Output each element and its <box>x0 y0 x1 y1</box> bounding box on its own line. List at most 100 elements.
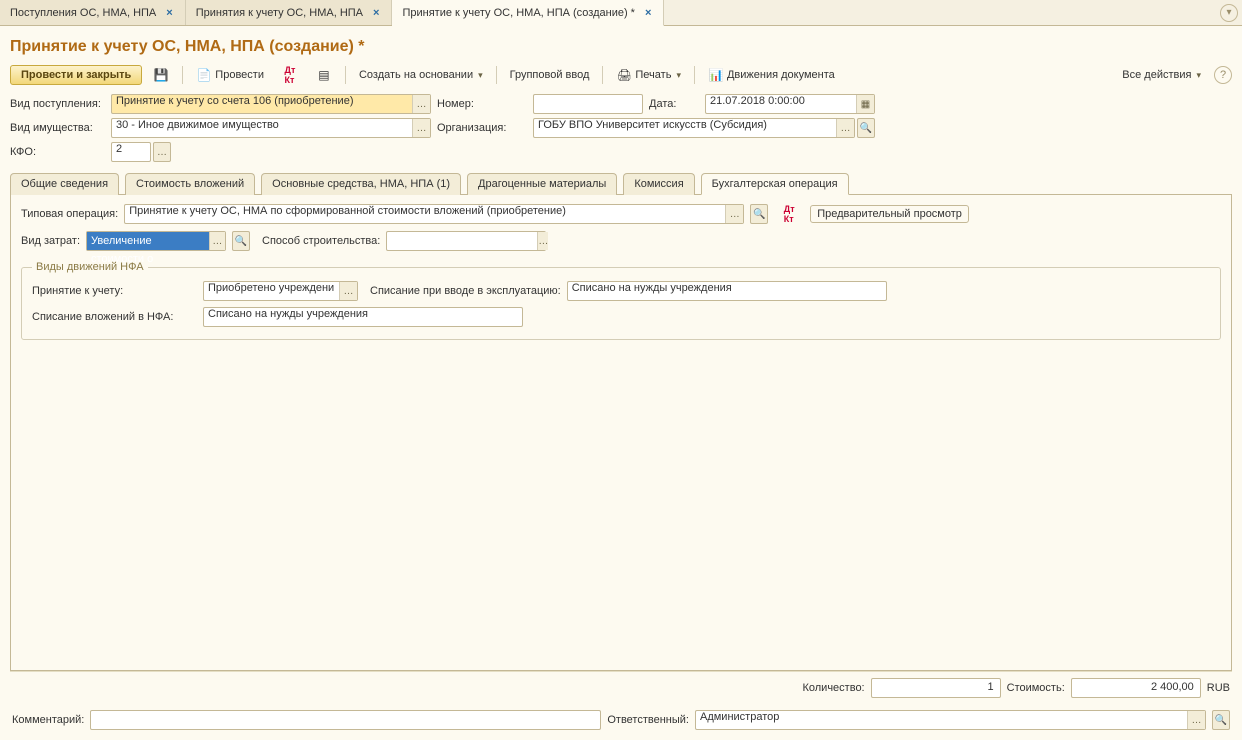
group-input-button[interactable]: Групповой ввод <box>503 66 597 84</box>
list-icon: ▤ <box>316 67 332 83</box>
nfa-movements-group: Виды движений НФА Принятие к учету: Прио… <box>21 261 1221 340</box>
all-actions-button[interactable]: Все действия <box>1115 66 1208 84</box>
magnifier-icon[interactable]: 🔍 <box>750 204 768 224</box>
ellipsis-icon[interactable]: … <box>537 232 548 250</box>
acceptance-value: Приобретено учреждени <box>204 282 339 300</box>
receipt-type-value: Принятие к учету со счета 106 (приобрете… <box>112 95 412 113</box>
typical-operation-field[interactable]: Принятие к учету ОС, НМА по сформированн… <box>124 204 744 224</box>
kfo-field[interactable]: 2 <box>111 142 151 162</box>
comment-field[interactable] <box>90 710 601 730</box>
construction-method-input[interactable] <box>387 232 537 250</box>
post-button[interactable]: 📄 Провести <box>189 64 271 86</box>
date-value: 21.07.2018 0:00:00 <box>706 95 856 113</box>
print-button[interactable]: 🖨 Печать <box>609 64 688 86</box>
movements-icon: 📊 <box>708 67 724 83</box>
responsible-field[interactable]: Администратор … <box>695 710 1206 730</box>
save-button[interactable]: 💾 <box>146 64 176 86</box>
create-based-on-button[interactable]: Создать на основании <box>352 66 490 84</box>
list-button[interactable]: ▤ <box>309 64 339 86</box>
ellipsis-icon[interactable]: … <box>209 232 225 250</box>
post-label: Провести <box>215 69 264 81</box>
floppy-icon: 💾 <box>153 67 169 83</box>
document-movements-button[interactable]: 📊 Движения документа <box>701 64 842 86</box>
printer-icon: 🖨 <box>616 67 632 83</box>
dt-kt-icon: ДтКт <box>781 206 797 222</box>
post-and-close-button[interactable]: Провести и закрыть <box>10 65 142 85</box>
tab-investment-cost[interactable]: Стоимость вложений <box>125 173 255 195</box>
tab-commission[interactable]: Комиссия <box>623 173 694 195</box>
group-input-label: Групповой ввод <box>510 69 590 81</box>
preview-button[interactable]: Предварительный просмотр <box>810 205 969 223</box>
ellipsis-icon[interactable]: … <box>153 142 171 162</box>
accounting-tab-body: Типовая операция: Принятие к учету ОС, Н… <box>10 195 1232 671</box>
organization-field[interactable]: ГОБУ ВПО Университет искусств (Субсидия)… <box>533 118 855 138</box>
calendar-icon[interactable]: ▦ <box>856 95 874 113</box>
ellipsis-icon[interactable]: … <box>725 205 743 223</box>
ellipsis-icon[interactable]: … <box>412 95 430 113</box>
cost-label: Стоимость: <box>1007 682 1065 694</box>
dt-kt-icon: ДтКт <box>282 67 298 83</box>
close-icon[interactable]: × <box>164 7 174 19</box>
property-type-value: 30 - Иное движимое имущество <box>112 119 412 137</box>
ellipsis-icon[interactable]: … <box>836 119 854 137</box>
print-label: Печать <box>635 69 671 81</box>
help-icon[interactable]: ? <box>1214 66 1232 84</box>
app-tab-receipts[interactable]: Поступления ОС, НМА, НПА × <box>0 0 186 25</box>
app-tab-label: Поступления ОС, НМА, НПА <box>10 7 156 19</box>
kfo-label: КФО: <box>10 146 105 158</box>
writeoff-nfa-field[interactable]: Списано на нужды учреждения <box>203 307 523 327</box>
movements-label: Движения документа <box>727 69 835 81</box>
tabs-overflow-icon[interactable]: ▾ <box>1220 4 1238 22</box>
ellipsis-icon[interactable]: … <box>339 282 357 300</box>
inner-tab-bar: Общие сведения Стоимость вложений Основн… <box>10 172 1232 195</box>
magnifier-icon[interactable]: 🔍 <box>1212 710 1230 730</box>
ellipsis-icon[interactable]: … <box>412 119 430 137</box>
magnifier-icon[interactable]: 🔍 <box>857 118 875 138</box>
nfa-group-legend: Виды движений НФА <box>32 261 148 273</box>
post-icon: 📄 <box>196 67 212 83</box>
app-tab-label: Принятия к учету ОС, НМА, НПА <box>196 7 363 19</box>
dt-kt-button[interactable]: ДтКт <box>774 203 804 225</box>
separator <box>182 66 183 84</box>
acceptance-label: Принятие к учету: <box>32 285 197 297</box>
ellipsis-icon[interactable]: … <box>1187 711 1205 729</box>
tab-precious-materials[interactable]: Драгоценные материалы <box>467 173 617 195</box>
preview-label: Предварительный просмотр <box>817 208 962 220</box>
comment-label: Комментарий: <box>12 714 84 726</box>
app-tab-acceptances[interactable]: Принятия к учету ОС, НМА, НПА × <box>186 0 393 25</box>
quantity-value: 1 <box>871 678 1001 698</box>
currency-label: RUB <box>1207 682 1230 694</box>
writeoff-nfa-value: Списано на нужды учреждения <box>204 308 522 326</box>
quantity-label: Количество: <box>802 682 864 694</box>
app-tab-acceptance-create[interactable]: Принятие к учету ОС, НМА, НПА (создание)… <box>392 0 664 26</box>
organization-label: Организация: <box>437 122 527 134</box>
receipt-type-field[interactable]: Принятие к учету со счета 106 (приобрете… <box>111 94 431 114</box>
property-type-field[interactable]: 30 - Иное движимое имущество … <box>111 118 431 138</box>
tab-general[interactable]: Общие сведения <box>10 173 119 195</box>
responsible-label: Ответственный: <box>607 714 689 726</box>
tab-accounting-operation[interactable]: Бухгалтерская операция <box>701 173 849 195</box>
number-field[interactable] <box>533 94 643 114</box>
writeoff-commission-field[interactable]: Списано на нужды учреждения <box>567 281 887 301</box>
writeoff-commission-label: Списание при вводе в эксплуатацию: <box>370 285 561 297</box>
writeoff-commission-value: Списано на нужды учреждения <box>568 282 886 300</box>
page-title: Принятие к учету ОС, НМА, НПА (создание)… <box>10 38 1232 56</box>
close-icon[interactable]: × <box>643 7 653 19</box>
cost-type-field[interactable]: Увеличение стоимости о … <box>86 231 226 251</box>
tab-os-nma-npa[interactable]: Основные средства, НМА, НПА (1) <box>261 173 461 195</box>
footer-bar: Комментарий: Ответственный: Администрато… <box>10 704 1232 732</box>
responsible-value: Администратор <box>696 711 1187 729</box>
create-based-label: Создать на основании <box>359 69 473 81</box>
comment-input[interactable] <box>91 711 600 729</box>
cost-type-value: Увеличение стоимости о <box>87 232 209 250</box>
number-label: Номер: <box>437 98 527 110</box>
date-field[interactable]: 21.07.2018 0:00:00 ▦ <box>705 94 875 114</box>
magnifier-icon[interactable]: 🔍 <box>232 231 250 251</box>
construction-method-field[interactable]: … <box>386 231 546 251</box>
property-type-label: Вид имущества: <box>10 122 105 134</box>
cost-value: 2 400,00 <box>1071 678 1201 698</box>
acceptance-field[interactable]: Приобретено учреждени … <box>203 281 358 301</box>
date-label: Дата: <box>649 98 699 110</box>
close-icon[interactable]: × <box>371 7 381 19</box>
dt-kt-button[interactable]: ДтКт <box>275 64 305 86</box>
